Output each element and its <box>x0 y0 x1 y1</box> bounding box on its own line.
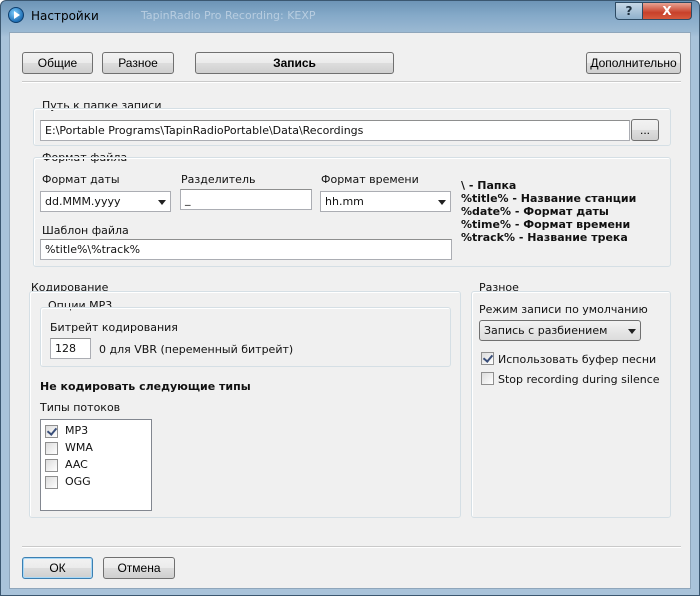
help-line-folder: \ - Папка <box>461 179 517 192</box>
tab-misc[interactable]: Разное <box>102 52 174 74</box>
stream-type-mp3-checkbox[interactable] <box>45 425 58 438</box>
time-format-select[interactable]: hh.mm <box>320 191 451 212</box>
browse-button[interactable]: ... <box>631 119 659 141</box>
stream-type-aac-label: AAC <box>65 458 88 471</box>
no-encode-label: Не кодировать следующие типы <box>40 380 251 393</box>
time-format-label: Формат времени <box>321 173 419 186</box>
divider-top <box>22 81 681 83</box>
stop-on-silence-label[interactable]: Stop recording during silence <box>498 373 660 386</box>
placeholder-help-list: \ - Папка %title% - Название станции %da… <box>461 179 636 244</box>
time-format-value: hh.mm <box>325 195 364 208</box>
chevron-down-icon <box>628 329 636 334</box>
close-button[interactable]: X <box>642 2 692 20</box>
mp3-options-group <box>40 307 451 367</box>
title-bar[interactable]: Настройки TapinRadio Pro Recording: KEXP… <box>1 1 699 31</box>
stream-type-wma-checkbox[interactable] <box>45 442 58 455</box>
help-line-time: %time% - Формат времени <box>461 218 631 231</box>
stream-type-ogg-checkbox[interactable] <box>45 476 58 489</box>
date-format-select[interactable]: dd.MMM.yyyy <box>40 191 171 212</box>
date-format-value: dd.MMM.yyyy <box>45 195 121 208</box>
stream-types-label: Типы потоков <box>40 401 121 414</box>
stop-on-silence-checkbox[interactable] <box>481 372 494 385</box>
stream-type-aac-checkbox[interactable] <box>45 459 58 472</box>
date-format-label: Формат даты <box>42 173 120 186</box>
file-template-label: Шаблон файла <box>42 224 129 237</box>
use-song-buffer-label[interactable]: Использовать буфер песни <box>498 353 656 366</box>
tab-record[interactable]: Запись <box>195 52 394 74</box>
stream-type-mp3-label: MP3 <box>65 424 89 437</box>
help-line-title: %title% - Название станции <box>461 192 637 205</box>
bitrate-label: Битрейт кодирования <box>50 321 178 334</box>
cancel-button[interactable]: Отмена <box>103 557 175 579</box>
separator-label: Разделитель <box>181 173 256 186</box>
chevron-down-icon <box>158 200 166 205</box>
use-song-buffer-checkbox[interactable] <box>481 352 494 365</box>
chevron-down-icon <box>438 200 446 205</box>
record-mode-select[interactable]: Запись с разбиением <box>479 320 641 341</box>
stream-type-ogg-label: OGG <box>65 475 91 488</box>
tab-advanced[interactable]: Дополнительно <box>586 52 681 74</box>
record-path-input[interactable]: E:\Portable Programs\TapinRadioPortable\… <box>40 120 630 141</box>
background-window-title: TapinRadio Pro Recording: KEXP <box>141 9 316 22</box>
record-mode-value: Запись с разбиением <box>484 324 608 337</box>
settings-window: Настройки TapinRadio Pro Recording: KEXP… <box>0 0 700 596</box>
help-button[interactable]: ? <box>615 2 643 20</box>
bitrate-input[interactable]: 128 <box>50 338 91 359</box>
ok-button[interactable]: ОК <box>22 557 93 579</box>
bitrate-hint: 0 для VBR (переменный битрейт) <box>99 343 294 356</box>
help-line-date: %date% - Формат даты <box>461 205 609 218</box>
record-mode-label: Режим записи по умолчанию <box>479 303 648 316</box>
divider-bottom <box>22 546 681 548</box>
file-template-input[interactable]: %title%\%track% <box>40 239 452 260</box>
help-line-track: %track% - Название трека <box>461 231 628 244</box>
app-play-icon <box>8 7 24 23</box>
tab-general[interactable]: Общие <box>22 52 93 74</box>
separator-input[interactable]: _ <box>180 189 312 210</box>
dialog-client-area: Общие Разное Запись Дополнительно Путь к… <box>9 32 691 589</box>
stream-type-wma-label: WMA <box>65 441 93 454</box>
window-title: Настройки <box>31 9 99 23</box>
stream-types-list: MP3 WMA AAC OGG <box>40 419 152 511</box>
